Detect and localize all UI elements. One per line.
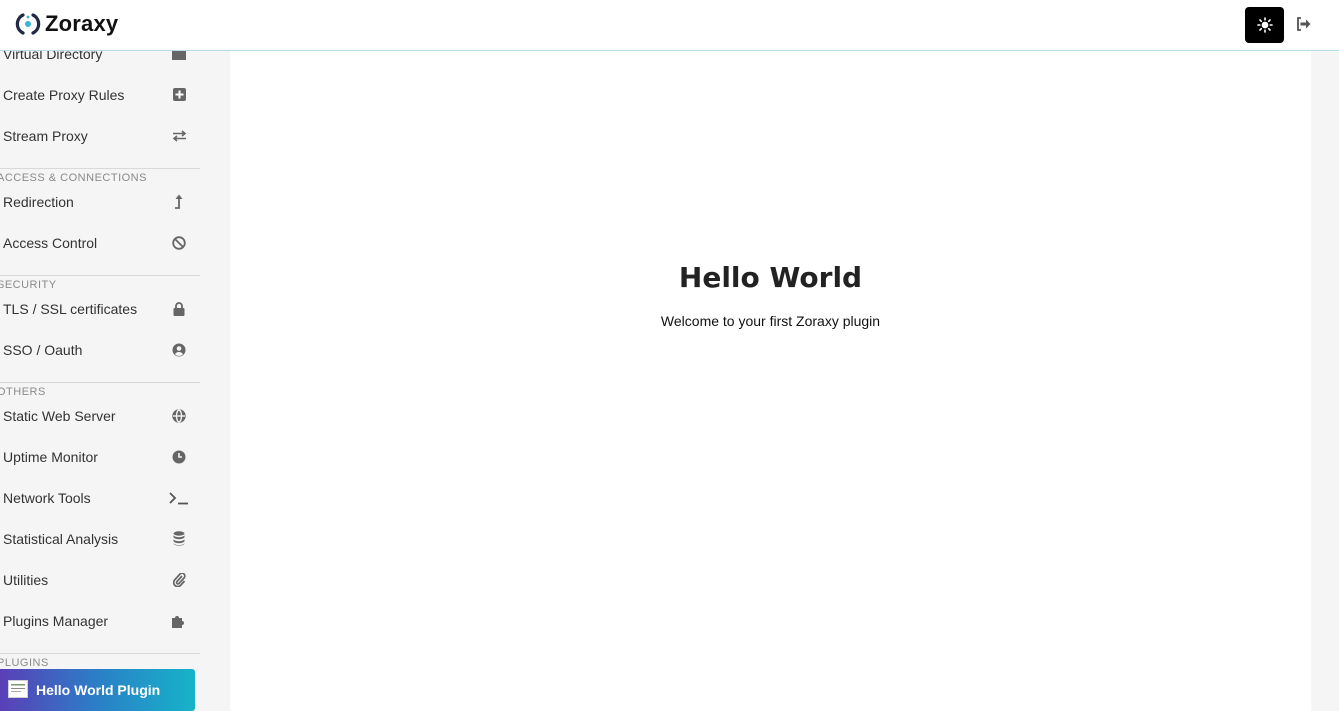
terminal-icon	[169, 490, 189, 506]
plugin-thumbnail-icon	[8, 680, 28, 698]
sidebar-item-sso-oauth[interactable]: SSO / Oauth	[0, 329, 200, 370]
sidebar-item-tls-ssl[interactable]: TLS / SSL certificates	[0, 288, 200, 329]
logout-button[interactable]	[1294, 15, 1312, 33]
database-icon	[171, 531, 187, 547]
sidebar-item-access-control[interactable]: Access Control	[0, 222, 200, 263]
sidebar-item-label: Statistical Analysis	[3, 530, 119, 547]
lock-icon	[171, 301, 187, 317]
folder-icon	[171, 51, 187, 62]
right-gutter	[1311, 51, 1339, 711]
section-header-plugins: PLUGINS	[0, 653, 200, 670]
sidebar-item-label: TLS / SSL certificates	[3, 300, 138, 317]
sidebar-item-label: Plugins Manager	[3, 612, 109, 629]
sidebar-item-label: Uptime Monitor	[3, 448, 98, 465]
sidebar-item-network-tools[interactable]: Network Tools	[0, 477, 200, 518]
paperclip-icon	[171, 572, 187, 588]
sidebar-item-label: Virtual Directory	[3, 51, 103, 62]
clock-icon	[171, 449, 187, 465]
page-subtitle: Welcome to your first Zoraxy plugin	[660, 313, 881, 329]
theme-toggle-button[interactable]	[1245, 7, 1284, 43]
sidebar-item-label: Redirection	[3, 193, 74, 210]
brand-logo-link[interactable]: Zoraxy	[15, 10, 118, 38]
level-up-icon	[171, 194, 187, 210]
user-circle-icon	[171, 342, 187, 358]
sidebar-item-plugins-manager[interactable]: Plugins Manager	[0, 600, 200, 641]
sidebar-item-uptime-monitor[interactable]: Uptime Monitor	[0, 436, 200, 477]
sidebar-item-label: Network Tools	[3, 489, 91, 506]
top-bar: Zoraxy	[0, 0, 1339, 51]
main-content: Hello World Welcome to your first Zoraxy…	[230, 51, 1311, 711]
sidebar-item-label: Static Web Server	[3, 407, 116, 424]
sidebar-item-utilities[interactable]: Utilities	[0, 559, 200, 600]
exchange-icon	[171, 128, 187, 144]
sidebar-item-hello-world-plugin[interactable]: Hello World Plugin	[0, 669, 195, 711]
sidebar-item-label: SSO / Oauth	[3, 341, 83, 358]
sun-icon	[1256, 17, 1273, 33]
sidebar-item-label: Create Proxy Rules	[3, 86, 125, 103]
sidebar-item-label: Access Control	[3, 234, 98, 251]
sidebar-item-virtual-directory[interactable]: Virtual Directory	[0, 51, 200, 74]
sidebar-item-static-web-server[interactable]: Static Web Server	[0, 395, 200, 436]
sidebar-item-redirection[interactable]: Redirection	[0, 181, 200, 222]
sidebar-item-statistical-analysis[interactable]: Statistical Analysis	[0, 518, 200, 559]
app-name: Zoraxy	[45, 11, 119, 36]
sidebar-item-label: Hello World Plugin	[36, 682, 161, 698]
page-title: Hello World	[678, 261, 863, 294]
sidebar-item-create-proxy-rules[interactable]: Create Proxy Rules	[0, 74, 200, 115]
plus-square-icon	[171, 87, 187, 103]
logout-icon	[1296, 17, 1310, 31]
sidebar-item-label: Utilities	[3, 571, 49, 588]
sidebar-item-stream-proxy[interactable]: Stream Proxy	[0, 115, 200, 156]
puzzle-icon	[171, 613, 187, 629]
sidebar: Virtual Directory Create Proxy Rules Str…	[0, 51, 230, 711]
sidebar-item-label: Stream Proxy	[3, 127, 88, 144]
globe-icon	[171, 408, 187, 424]
zoraxy-logo-icon	[15, 13, 41, 35]
ban-icon	[171, 235, 187, 251]
